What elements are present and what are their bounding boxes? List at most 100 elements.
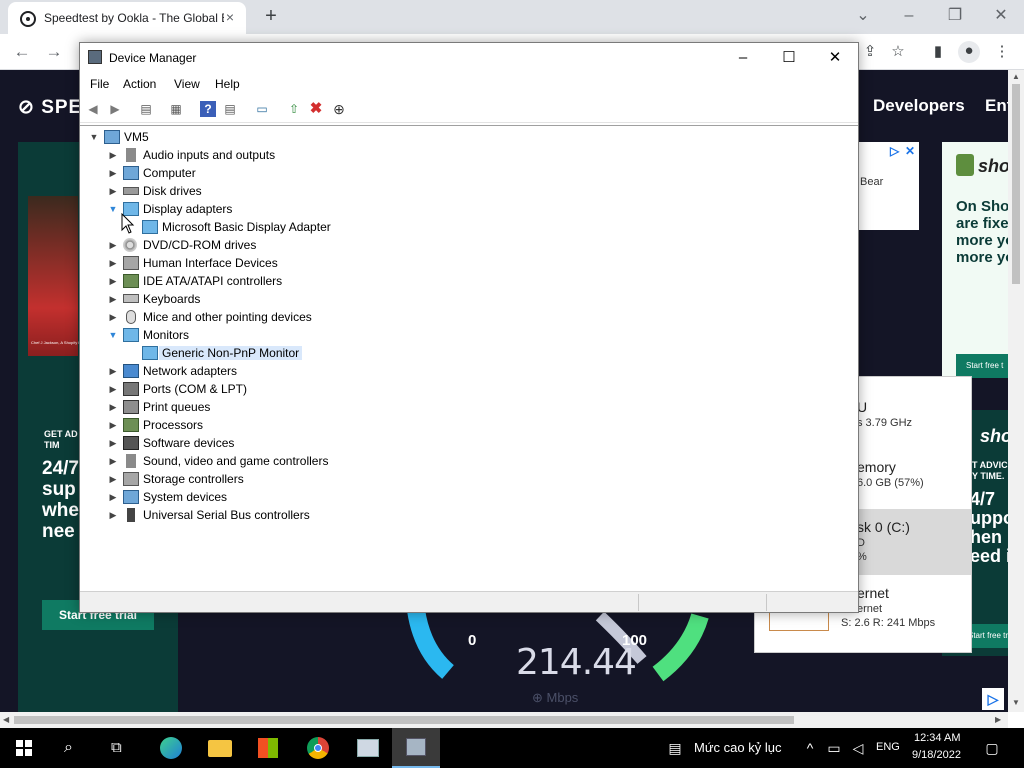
notifications-icon[interactable]: ▢ [983,740,1001,756]
menu-action[interactable]: Action [123,77,156,91]
update-driver-icon[interactable]: ⇧ [286,101,302,117]
expand-chevron-icon[interactable]: ▶ [107,472,119,486]
middle-advertisement[interactable]: ▷ ✕ Bear [858,142,919,230]
right-advertisement[interactable]: sho On Sho are fixe more yo more yo Star… [942,142,1008,378]
ethernet-sub: ernet [857,603,883,615]
bookmark-star-icon[interactable]: ☆ [888,42,908,62]
device-label: Processors [143,418,204,432]
expand-chevron-icon[interactable]: ▶ [107,310,119,324]
device-tree[interactable]: ▼ VM5 ▶ Audio inputs and outputs ▶ Computer… [80,125,858,587]
collapse-chevron-icon[interactable]: ▼ [107,202,119,216]
adchoices-icon[interactable]: ▷ [890,144,899,158]
expand-chevron-icon[interactable]: ▶ [107,382,119,396]
device-label: Audio inputs and outputs [143,148,276,162]
profile-avatar-icon[interactable]: ● [958,41,980,63]
menu-dots-icon[interactable]: ⋮ [992,42,1012,62]
clock-time[interactable]: 12:34 AM [914,732,960,744]
device-label: Universal Serial Bus controllers [143,508,310,522]
ad-small-text: T ADVIC Y TIME. [972,460,1008,482]
scroll-down-icon[interactable]: ▼ [1012,698,1020,707]
expand-chevron-icon[interactable]: ▶ [107,436,119,450]
view-icon[interactable]: ▤ [222,101,238,117]
taskbar-edge[interactable] [146,728,194,768]
browser-tab[interactable]: Speedtest by Ookla - The Global Broadban… [8,2,246,34]
back-icon[interactable]: ◀ [85,101,101,117]
taskbar-chrome[interactable] [294,728,342,768]
ad-start-trial-button[interactable]: Start free t [956,354,1008,378]
task-view-button[interactable]: ⧉ [96,728,144,768]
language-indicator[interactable]: ENG [876,741,900,753]
device-manager-window[interactable]: Device Manager – ☐ ✕ File Action View He… [79,42,859,613]
ad-start-trial-button[interactable]: Start free tr [966,624,1008,648]
network-icon[interactable]: ▭ [826,740,842,756]
title-bar[interactable]: Device Manager – ☐ ✕ [80,43,858,73]
expand-chevron-icon[interactable]: ▶ [107,238,119,252]
show-hide-tree-icon[interactable]: ▤ [138,101,154,117]
minimize-icon[interactable]: – [899,6,919,26]
expand-chevron-icon[interactable]: ▶ [107,184,119,198]
close-button[interactable]: ✕ [812,43,858,73]
search-button[interactable]: ⌕ [48,728,96,768]
taskbar-file-explorer[interactable] [195,728,243,768]
collapse-chevron-icon[interactable]: ▼ [88,130,100,144]
menu-file[interactable]: File [90,77,109,91]
ad-close-icon[interactable]: ✕ [905,144,915,158]
start-button[interactable] [0,728,48,768]
share-icon[interactable]: ⇪ [860,42,880,62]
expand-chevron-icon[interactable]: ▶ [107,508,119,522]
expand-chevron-icon[interactable]: ▶ [107,166,119,180]
side-panel-icon[interactable]: ▮ [928,42,948,62]
tab-close-icon[interactable]: × [222,9,238,25]
forward-icon[interactable]: ▶ [107,101,123,117]
maximize-button[interactable]: ☐ [766,43,812,73]
weather-text[interactable]: Mức cao kỷ lục [694,740,781,755]
taskbar: ⌕ ⧉ ▤ Mức cao kỷ lục ^ ▭ ◁ ENG 12:34 AM … [0,728,1024,768]
disable-icon[interactable]: ⊕ [331,101,347,117]
expand-chevron-icon[interactable]: ▶ [107,400,119,414]
scroll-thumb[interactable] [14,716,794,724]
uninstall-icon[interactable]: ✖ [308,101,324,117]
forward-icon[interactable]: → [44,42,64,62]
close-icon[interactable]: ✕ [991,6,1011,26]
scroll-up-icon[interactable]: ▲ [1012,72,1020,81]
expand-chevron-icon[interactable]: ▶ [107,364,119,378]
taskbar-store[interactable] [244,728,292,768]
expand-chevron-icon[interactable]: ▶ [107,292,119,306]
weather-icon[interactable]: ▤ [664,740,686,756]
menu-help[interactable]: Help [215,77,240,91]
tab-search-icon[interactable]: ⌄ [853,6,873,26]
nav-developers[interactable]: Developers [873,96,965,116]
menu-view[interactable]: View [174,77,200,91]
properties-icon[interactable]: ▦ [168,101,184,117]
vertical-scrollbar[interactable]: ▲ ▼ [1008,70,1024,712]
collapse-chevron-icon[interactable]: ▼ [107,328,119,342]
back-icon[interactable]: ← [12,42,32,62]
ad-small-line: T ADVIC [972,460,1008,470]
tray-overflow-icon[interactable]: ^ [802,740,818,756]
scroll-thumb[interactable] [1012,84,1020,284]
minimize-button[interactable]: – [720,43,766,73]
expand-chevron-icon[interactable]: ▶ [107,256,119,270]
expand-chevron-icon[interactable]: ▶ [107,490,119,504]
expand-chevron-icon[interactable]: ▶ [107,454,119,468]
scroll-right-icon[interactable]: ▶ [995,715,1001,724]
speedtest-logo[interactable]: ⊘ SPE [18,96,82,119]
device-label: Mice and other pointing devices [143,310,312,324]
scroll-left-icon[interactable]: ◀ [3,715,9,724]
horizontal-scrollbar[interactable]: ◀ ▶ [0,712,1008,728]
volume-icon[interactable]: ◁ [850,740,866,756]
scan-hardware-icon[interactable]: ▭ [254,101,270,117]
help-icon[interactable]: ? [200,101,216,117]
expand-chevron-icon[interactable]: ▶ [107,148,119,162]
device-manager-icon [88,50,102,64]
speedtest-favicon-icon [20,11,36,27]
clock-date[interactable]: 9/18/2022 [912,749,961,761]
restore-icon[interactable]: ❐ [945,6,965,26]
expand-chevron-icon[interactable]: ▶ [107,418,119,432]
taskbar-device-manager[interactable] [392,728,440,768]
adchoices-icon[interactable]: ▷ [982,688,1004,710]
new-tab-button[interactable]: + [260,5,282,27]
expand-chevron-icon[interactable]: ▶ [107,274,119,288]
nav-enterprise[interactable]: Ent [985,96,1008,116]
taskbar-task-manager[interactable] [343,728,391,768]
